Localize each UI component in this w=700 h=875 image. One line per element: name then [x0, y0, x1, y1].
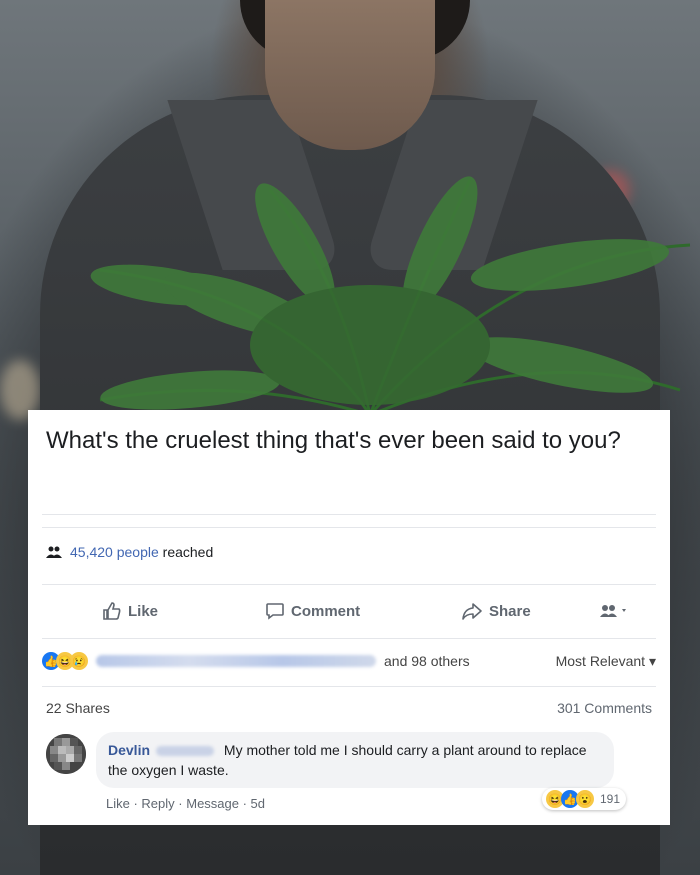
wow-reaction-icon: 😮: [576, 790, 594, 808]
counts-row: 22 Shares 301 Comments: [46, 700, 652, 716]
audience-selector[interactable]: [600, 604, 630, 618]
reactions-others: and 98 others: [384, 653, 470, 669]
blurred-surname: [156, 746, 215, 757]
speech-bubble-icon: [266, 603, 284, 620]
divider: [42, 514, 656, 515]
divider: [42, 584, 656, 585]
sort-dropdown[interactable]: Most Relevant ▾: [556, 653, 656, 670]
thumbs-up-icon: [103, 602, 121, 620]
shares-count[interactable]: 22 Shares: [46, 700, 110, 716]
share-button[interactable]: Share: [461, 601, 531, 621]
face: [265, 0, 435, 150]
comment-reactions[interactable]: 😆 👍 😮 191: [542, 788, 627, 810]
share-arrow-icon: [462, 603, 482, 620]
reactions-summary[interactable]: 👍 😆 😢 and 98 others Most Relevant ▾: [42, 648, 656, 674]
reach-suffix: reached: [162, 544, 214, 560]
comments-count[interactable]: 301 Comments: [557, 700, 652, 716]
comment-author[interactable]: Devlin: [108, 742, 150, 758]
comment-button[interactable]: Comment: [265, 601, 360, 621]
divider: [42, 686, 656, 687]
reach-row: 45,420 people reached: [46, 544, 213, 560]
blurred-names: [96, 655, 376, 667]
comment-message-link[interactable]: Message: [186, 796, 239, 811]
facebook-post-card: What's the cruelest thing that's ever be…: [28, 410, 670, 825]
comment-bubble: Devlin My mother told me I should carry …: [96, 732, 614, 788]
fern-plant: [90, 176, 691, 417]
action-bar: Like Comment Share: [28, 590, 670, 632]
divider: [42, 527, 656, 528]
divider: [42, 638, 656, 639]
reach-count[interactable]: 45,420 people: [70, 544, 159, 560]
comment-time: 5d: [250, 796, 266, 811]
comment-like-link[interactable]: Like: [106, 796, 130, 811]
people-icon: [46, 546, 62, 558]
comment-reply-link[interactable]: Reply: [141, 796, 174, 811]
comment-actions: Like · Reply · Message · 5d: [106, 796, 266, 811]
audience-selector-icon: [600, 605, 626, 617]
avatar[interactable]: [46, 734, 86, 774]
sad-reaction-icon: 😢: [70, 652, 88, 670]
post-question: What's the cruelest thing that's ever be…: [46, 427, 621, 454]
like-button[interactable]: Like: [102, 601, 158, 621]
comment-reaction-count: 191: [600, 792, 621, 806]
